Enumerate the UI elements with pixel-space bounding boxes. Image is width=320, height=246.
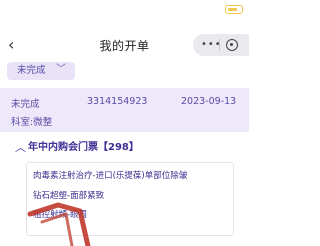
status-bar <box>0 0 249 24</box>
package-item-list: 肉毒素注射治疗-进口(乐提葆)单部位除皱 钻石超塑-面部紧致 粗控射频-眼周 <box>26 162 234 236</box>
package-header[interactable]: ︿ 年中内购会门票【298】 <box>0 140 249 158</box>
chevron-up-icon[interactable]: ︿ <box>15 141 26 155</box>
mini-program-capsule: ••• <box>193 34 249 56</box>
package-title: 年中内购会门票【298】 <box>28 142 139 153</box>
status-filter-dropdown[interactable]: 未完成 ﹀ <box>7 62 75 80</box>
filter-label: 未完成 <box>17 65 46 76</box>
target-icon[interactable] <box>226 39 238 51</box>
list-item[interactable]: 钻石超塑-面部紧致 <box>33 191 104 202</box>
chevron-down-icon: ﹀ <box>56 64 66 75</box>
capsule-divider <box>219 39 220 51</box>
nav-bar: ‹ 我的开单 ••• <box>0 30 249 60</box>
order-number: 3314154923 <box>87 96 148 107</box>
order-card[interactable]: 未完成 3314154923 2023-09-13 科室:微整 <box>0 88 249 132</box>
order-date: 2023-09-13 <box>181 96 237 107</box>
battery-icon <box>225 5 243 14</box>
order-status: 未完成 <box>11 99 40 110</box>
order-department: 科室:微整 <box>11 117 53 128</box>
filter-row: 未完成 ﹀ <box>0 60 249 88</box>
list-item[interactable]: 粗控射频-眼周 <box>33 210 87 221</box>
list-item[interactable]: 肉毒素注射治疗-进口(乐提葆)单部位除皱 <box>33 171 187 182</box>
